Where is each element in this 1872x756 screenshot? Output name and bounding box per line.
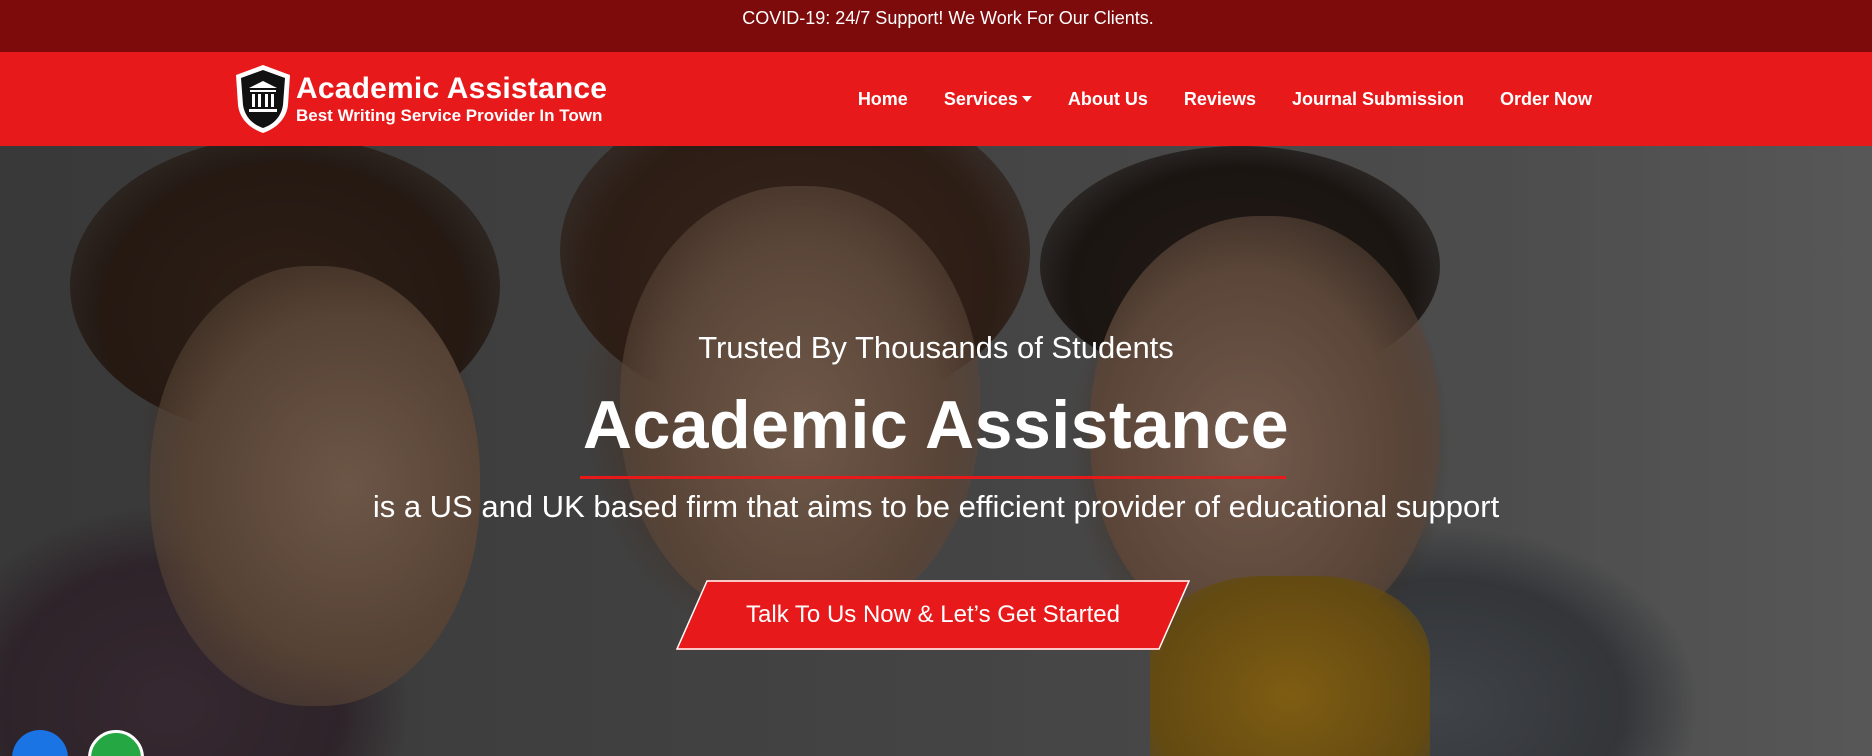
brand-title: Academic Assistance bbox=[296, 71, 608, 105]
cta-label: Talk To Us Now & Let’s Get Started bbox=[746, 601, 1120, 628]
nav-journal-submission[interactable]: Journal Submission bbox=[1274, 89, 1482, 110]
announcement-bar: COVID-19: 24/7 Support! We Work For Our … bbox=[0, 0, 1872, 52]
hero-pretitle: Trusted By Thousands of Students bbox=[698, 330, 1174, 365]
brand-logo-link[interactable]: Academic Assistance Best Writing Service… bbox=[232, 64, 607, 134]
announcement-text: COVID-19: 24/7 Support! We Work For Our … bbox=[742, 7, 1154, 28]
main-menu: Home Services About Us Reviews Journal S… bbox=[840, 52, 1610, 146]
hero-subtitle: is a US and UK based firm that aims to b… bbox=[372, 489, 1500, 524]
talk-to-us-button[interactable]: Talk To Us Now & Let’s Get Started bbox=[676, 580, 1190, 650]
hero-content: Trusted By Thousands of Students Academi… bbox=[0, 146, 1872, 756]
brand-tagline: Best Writing Service Provider In Town bbox=[296, 105, 603, 125]
nav-services-dropdown[interactable]: Services bbox=[926, 89, 1050, 110]
nav-order-now[interactable]: Order Now bbox=[1482, 89, 1610, 110]
brand-text: Academic Assistance Best Writing Service… bbox=[296, 71, 608, 126]
hero-title: Academic Assistance bbox=[582, 387, 1290, 463]
title-underline bbox=[580, 476, 1286, 479]
main-navbar: Academic Assistance Best Writing Service… bbox=[0, 52, 1872, 146]
nav-about-us[interactable]: About Us bbox=[1050, 89, 1166, 110]
shield-building-icon bbox=[236, 65, 290, 133]
chevron-down-icon bbox=[1021, 96, 1032, 102]
nav-reviews[interactable]: Reviews bbox=[1166, 89, 1274, 110]
nav-home[interactable]: Home bbox=[840, 89, 926, 110]
hero-section: Trusted By Thousands of Students Academi… bbox=[0, 146, 1872, 756]
